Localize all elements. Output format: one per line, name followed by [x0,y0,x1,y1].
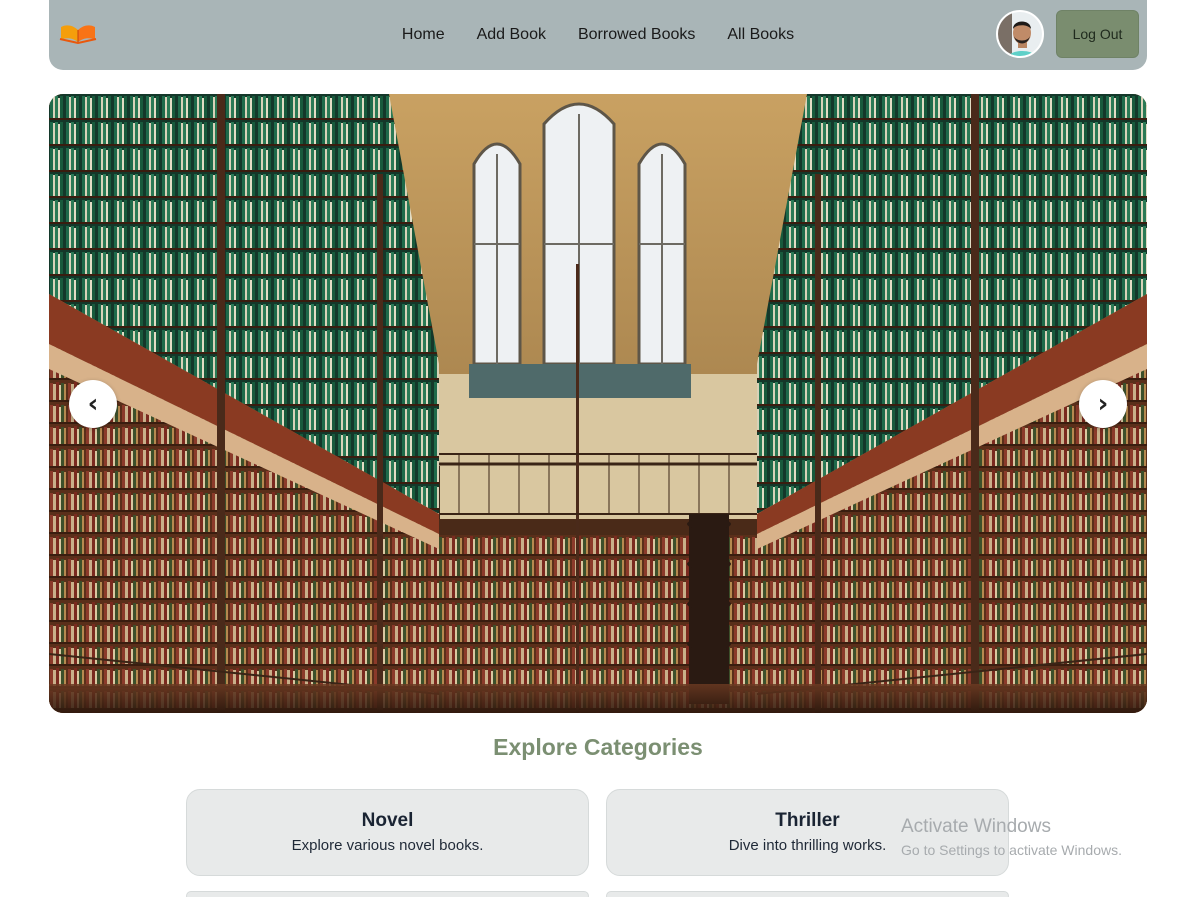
main-nav: Home Add Book Borrowed Books All Books [49,0,1147,70]
category-title: Novel [361,810,414,831]
navbar: Home Add Book Borrowed Books All Books L… [49,0,1147,70]
logout-button[interactable]: Log Out [1056,10,1139,58]
carousel-next-button[interactable]: › [1079,380,1127,428]
category-description: Explore various novel books. [291,837,484,854]
carousel-prev-button[interactable]: ‹ [69,380,117,428]
nav-all-books[interactable]: All Books [727,26,794,44]
nav-home[interactable]: Home [402,26,445,44]
section-title: Explore Categories [493,734,703,760]
nav-borrowed-books[interactable]: Borrowed Books [578,26,695,44]
category-description: Dive into thrilling works. [728,837,887,854]
nav-add-book[interactable]: Add Book [477,26,546,44]
user-avatar[interactable] [996,10,1044,58]
open-book-logo-icon[interactable] [59,22,97,45]
category-card-partial[interactable] [606,891,1009,897]
category-card-partial[interactable] [186,891,589,897]
category-card-thriller[interactable]: Thriller Dive into thrilling works. [606,789,1009,876]
hero-carousel: ‹ › [49,94,1147,713]
library-hall-image [49,94,1147,713]
category-title: Thriller [775,810,840,831]
category-card-novel[interactable]: Novel Explore various novel books. [186,789,589,876]
